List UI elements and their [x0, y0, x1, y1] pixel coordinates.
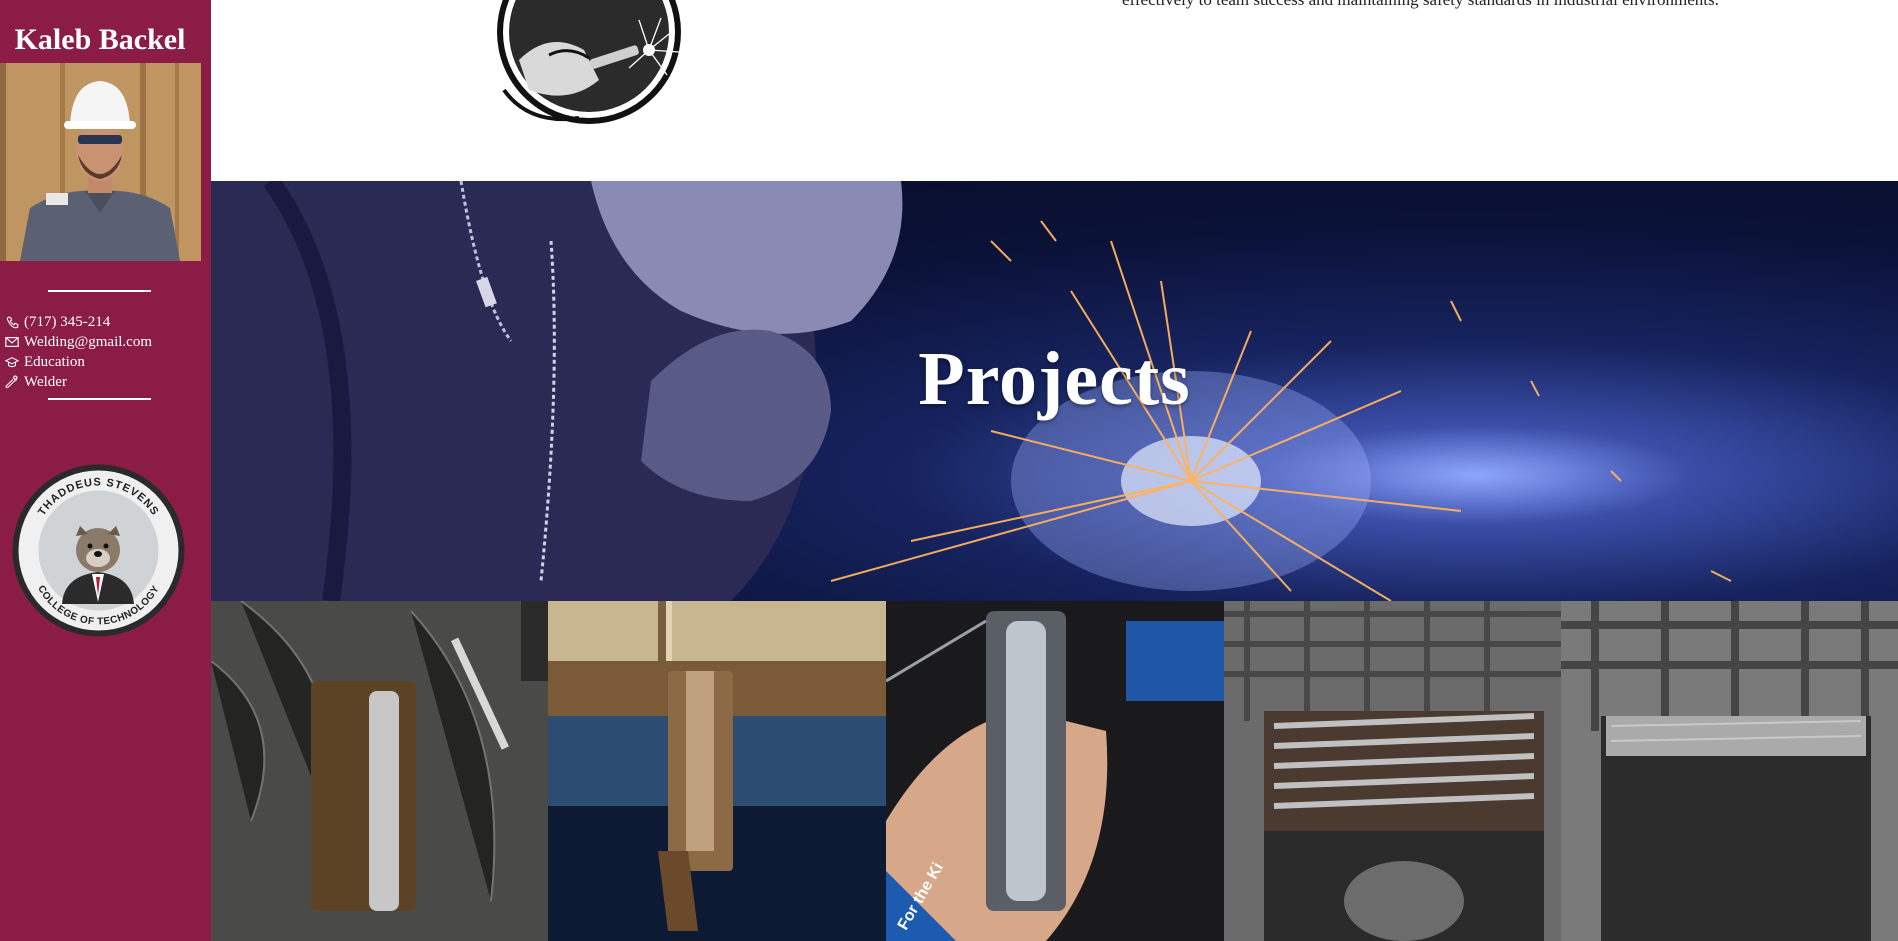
project-image-4[interactable]: [1224, 601, 1561, 941]
contact-occupation[interactable]: Welder: [4, 372, 204, 392]
graduation-cap-icon: [4, 354, 20, 370]
project-image-3[interactable]: For the Ki: [886, 601, 1224, 941]
divider-top: [48, 290, 151, 292]
mail-icon: [4, 334, 20, 350]
project-image-1[interactable]: [211, 601, 548, 941]
contact-education[interactable]: Education: [4, 352, 204, 372]
intro-text: effectively to team success and maintain…: [1122, 0, 1882, 10]
project-image-2[interactable]: [548, 601, 886, 941]
welder-logo: [489, 0, 689, 125]
profile-name: Kaleb Backel: [14, 23, 186, 56]
profile-photo: [0, 63, 201, 261]
contact-email-text: Welding@gmail.com: [24, 333, 152, 350]
main-content: effectively to team success and maintain…: [211, 0, 1898, 941]
about-section: effectively to team success and maintain…: [211, 0, 1898, 181]
school-logo: THADDEUS STEVENS COLLEGE OF TECHNOLOGY: [12, 464, 185, 637]
contact-phone[interactable]: (717) 345-214: [4, 312, 204, 332]
phone-icon: [4, 314, 20, 330]
contact-education-text: Education: [24, 353, 85, 370]
contact-email[interactable]: Welding@gmail.com: [4, 332, 204, 352]
projects-gallery: For the Ki: [211, 601, 1898, 941]
contact-list: (717) 345-214 Welding@gmail.com Educatio…: [4, 312, 204, 392]
projects-title: Projects: [918, 337, 1191, 421]
sidebar: Kaleb Backel (717) 345-214 Welding@gmail…: [0, 0, 211, 941]
divider-bottom: [48, 398, 151, 400]
contact-phone-text: (717) 345-214: [24, 313, 111, 330]
projects-hero: Projects: [211, 181, 1898, 601]
wrench-icon: [4, 374, 20, 390]
project-image-5[interactable]: [1561, 601, 1898, 941]
contact-occupation-text: Welder: [24, 373, 67, 390]
